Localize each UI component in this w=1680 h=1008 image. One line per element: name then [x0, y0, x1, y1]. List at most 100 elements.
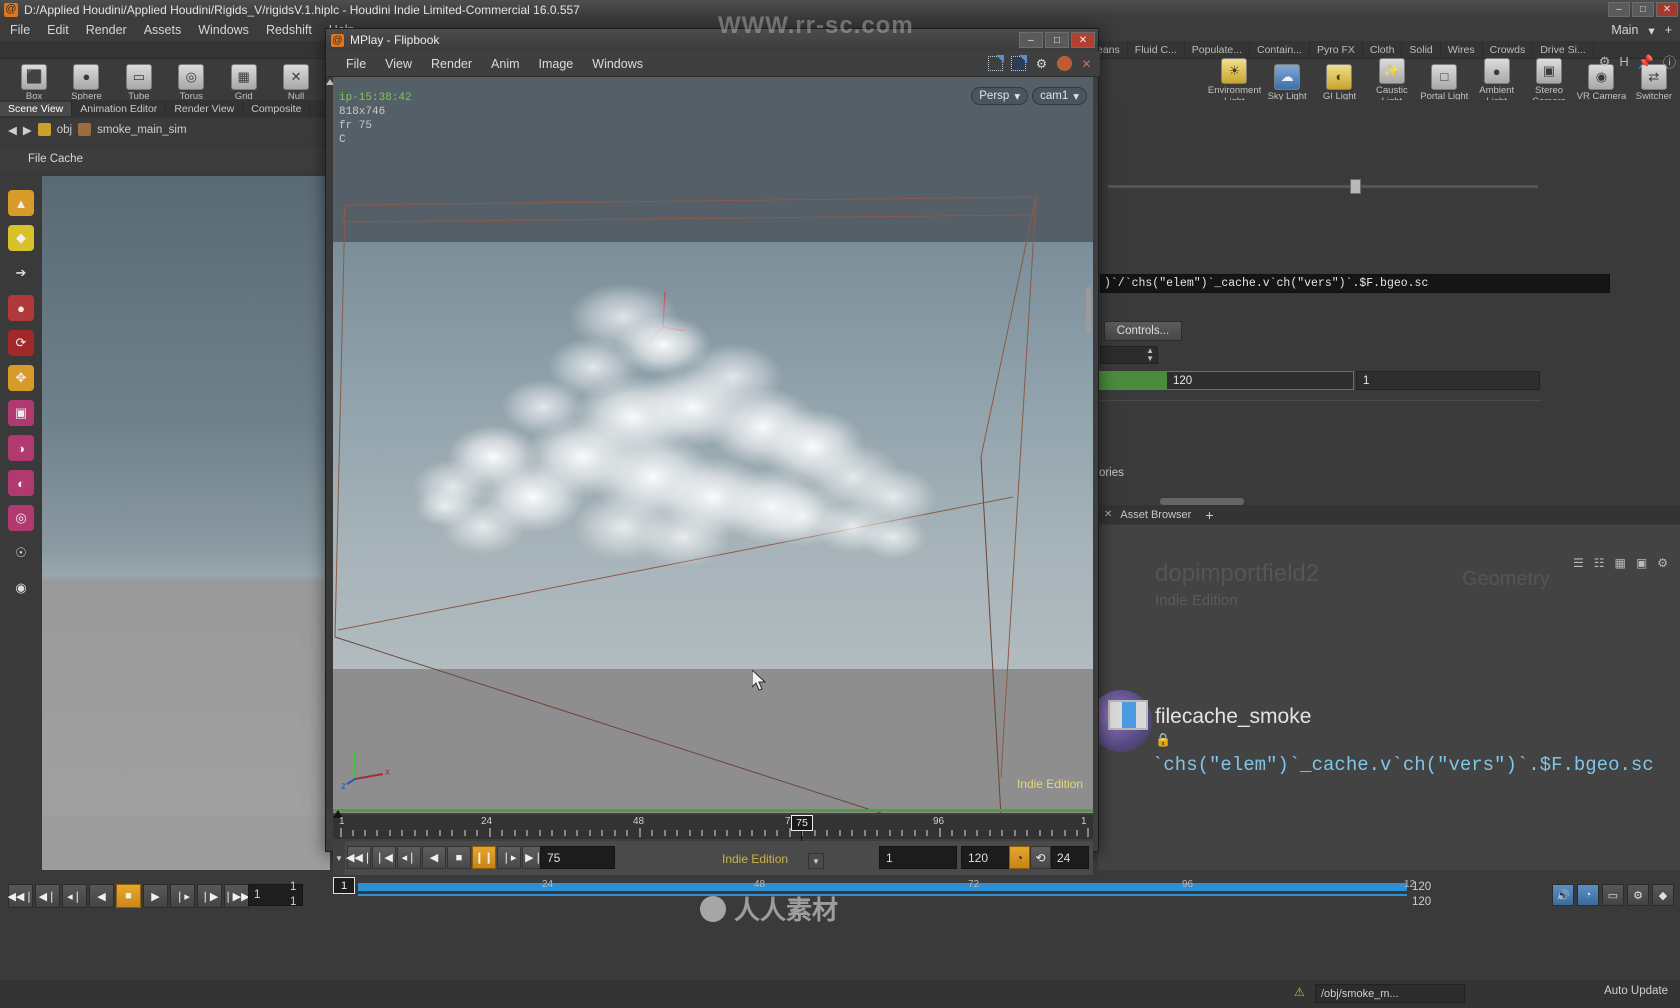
menu-file[interactable]: File	[10, 23, 30, 37]
mplay-fps-field[interactable]: 24	[1051, 846, 1089, 869]
breadcrumb-obj[interactable]: obj	[57, 124, 72, 136]
mplay-menu-view[interactable]: View	[385, 57, 412, 71]
deform-tool-icon[interactable]: ◎	[8, 505, 34, 531]
play-forward-button[interactable]: ▶	[143, 884, 168, 908]
audio-toggle-button[interactable]: 🔊	[1552, 884, 1574, 906]
mplay-menu-image[interactable]: Image	[539, 57, 574, 71]
view-tool-icon[interactable]: ●	[8, 295, 34, 321]
list-view-icon[interactable]: ☰	[1573, 556, 1584, 570]
numeric-stepper-field[interactable]: ▲ ▼	[1100, 346, 1158, 364]
desktop-selector[interactable]: Main ▾ +	[1611, 23, 1672, 38]
mplay-range-start-field[interactable]: 1	[879, 846, 957, 869]
paint-tool-icon[interactable]: ◐	[8, 470, 34, 496]
shelf-tool-sphere[interactable]: ● Sphere	[60, 63, 112, 102]
stop-button[interactable]: ■	[116, 884, 141, 908]
stepper-arrows-icon[interactable]: ▲ ▼	[1146, 347, 1157, 363]
mplay-menu-windows[interactable]: Windows	[592, 57, 643, 71]
close-button[interactable]: ✕	[1656, 2, 1678, 17]
file-path-expression-field[interactable]: )`/`chs("elem")`_cache.v`ch("vers")`.$F.…	[1100, 274, 1610, 293]
options-icon[interactable]: ⚙	[1657, 556, 1668, 570]
next-key-button[interactable]: ❘▶	[197, 884, 222, 908]
layout-icon[interactable]: ▣	[1636, 556, 1647, 570]
mplay-loop-toggle[interactable]: ⟲	[1030, 846, 1051, 869]
shelf-tool-gi-light[interactable]: ◐ GI Light	[1313, 63, 1365, 102]
rotate-tool-icon[interactable]: ⟳	[8, 330, 34, 356]
mplay-minimize-button[interactable]: –	[1019, 32, 1043, 48]
nav-forward-icon[interactable]: ▶	[23, 123, 32, 137]
tab-asset-browser[interactable]: Asset Browser	[1120, 509, 1191, 521]
parameter-slider-track[interactable]	[1108, 185, 1538, 188]
shelf-tool-grid[interactable]: ▦ Grid	[217, 63, 269, 102]
jump-to-end-button[interactable]: ❘▶▶	[223, 884, 250, 908]
shelf-tab-8[interactable]: Crowds	[1483, 42, 1534, 58]
shelf-tab-5[interactable]: Cloth	[1363, 42, 1403, 58]
snap-tool-icon[interactable]: ☉	[8, 540, 34, 566]
tab-render-view[interactable]: Render View	[166, 102, 244, 116]
menu-render[interactable]: Render	[86, 23, 127, 37]
add-tab-icon[interactable]: +	[1205, 507, 1213, 523]
mplay-pause-button[interactable]: ❙❙	[472, 846, 496, 869]
close-icon[interactable]: ✕	[1104, 509, 1112, 520]
menu-windows[interactable]: Windows	[198, 23, 249, 37]
step-back-button[interactable]: ◂❘	[62, 884, 87, 908]
shelf-tab-7[interactable]: Wires	[1441, 42, 1483, 58]
menu-redshift[interactable]: Redshift	[266, 23, 312, 37]
mplay-step-back-button[interactable]: ◂❘	[397, 846, 421, 869]
breadcrumb-node[interactable]: smoke_main_sim	[97, 124, 186, 136]
controls-button[interactable]: Controls...	[1104, 321, 1182, 341]
move-tool-icon[interactable]: ✥	[8, 365, 34, 391]
tree-view-icon[interactable]: ☷	[1594, 556, 1605, 570]
grid-view-icon[interactable]: ▦	[1615, 556, 1626, 570]
record-icon[interactable]	[1056, 55, 1073, 72]
horizontal-scrollbar[interactable]	[1160, 498, 1244, 505]
mplay-playhead-marker[interactable]: 75	[791, 815, 813, 831]
tab-scene-view[interactable]: Scene View	[0, 102, 73, 116]
shelf-tool-tube[interactable]: ▭ Tube	[113, 63, 165, 102]
view-mode-dropdown[interactable]: Persp ▾	[971, 87, 1029, 105]
realtime-toggle-button[interactable]: ◔	[1577, 884, 1599, 906]
shelf-tab-1[interactable]: Fluid C...	[1128, 42, 1185, 58]
shelf-tool-box[interactable]: ⬛ Box	[8, 63, 60, 102]
shelf-tool-torus[interactable]: ◎ Torus	[165, 63, 217, 102]
add-desktop-icon[interactable]: +	[1665, 23, 1672, 37]
play-reverse-button[interactable]: ◀	[89, 884, 114, 908]
material-tool-icon[interactable]: ◉	[8, 575, 34, 601]
shelf-tool-sky-light[interactable]: ☁ Sky Light	[1261, 63, 1313, 102]
current-frame-marker[interactable]: 1	[333, 877, 355, 894]
tab-animation-editor[interactable]: Animation Editor	[72, 102, 167, 116]
tab-composite[interactable]: Composite	[243, 102, 311, 116]
playback-range-bar[interactable]	[358, 883, 1407, 891]
previous-key-button[interactable]: ◀❘	[35, 884, 60, 908]
shelf-tab-3[interactable]: Contain...	[1250, 42, 1310, 58]
mplay-stop-button[interactable]: ■	[447, 846, 471, 869]
status-path-field[interactable]: /obj/smoke_m...	[1315, 984, 1465, 1003]
nav-back-icon[interactable]: ◀	[8, 123, 17, 137]
mplay-menu-anim[interactable]: Anim	[491, 57, 519, 71]
mplay-play-reverse-button[interactable]: ◀	[422, 846, 446, 869]
shelf-tab-9[interactable]: Drive Si...	[1533, 42, 1594, 58]
shelf-tool-null[interactable]: ✕ Null	[270, 63, 322, 102]
help-h-icon[interactable]: H	[1619, 54, 1628, 69]
pin-icon[interactable]: 📌	[1638, 54, 1654, 70]
mplay-timeline-ruler[interactable]: 1 24 48 72 96 1	[333, 810, 1093, 841]
collapse-pane-button[interactable]: ▼	[808, 853, 824, 869]
mplay-viewport[interactable]: ip-15:38:42 818x746 fr 75 C Persp ▾ cam1…	[333, 77, 1093, 813]
range-end-field[interactable]: 120	[1166, 371, 1354, 390]
shelf-tab-4[interactable]: Pyro FX	[1310, 42, 1363, 58]
mplay-maximize-button[interactable]: □	[1045, 32, 1069, 48]
mplay-jump-to-start-button[interactable]: ◀◀❘	[346, 846, 372, 869]
info-icon[interactable]: ⓘ	[1663, 52, 1676, 71]
expand-region-icon[interactable]	[1010, 55, 1027, 72]
mplay-step-forward-button[interactable]: ❘▸	[497, 846, 521, 869]
handle-tool-icon[interactable]: ◆	[8, 225, 34, 251]
edit-tool-icon[interactable]: ▣	[8, 400, 34, 426]
menu-assets[interactable]: Assets	[144, 23, 182, 37]
settings-icon[interactable]: ⚙	[1033, 55, 1050, 72]
shelf-tab-2[interactable]: Populate...	[1185, 42, 1250, 58]
jump-to-start-button[interactable]: ◀◀❘	[7, 884, 34, 908]
mplay-previous-key-button[interactable]: ❘◀	[372, 846, 396, 869]
scene-viewport[interactable]	[42, 176, 330, 820]
gear-icon[interactable]: ⚙	[1599, 54, 1611, 70]
mplay-collapse-arrow[interactable]: ▼	[333, 841, 345, 875]
pointer-tool-icon[interactable]: ➔	[8, 260, 34, 286]
